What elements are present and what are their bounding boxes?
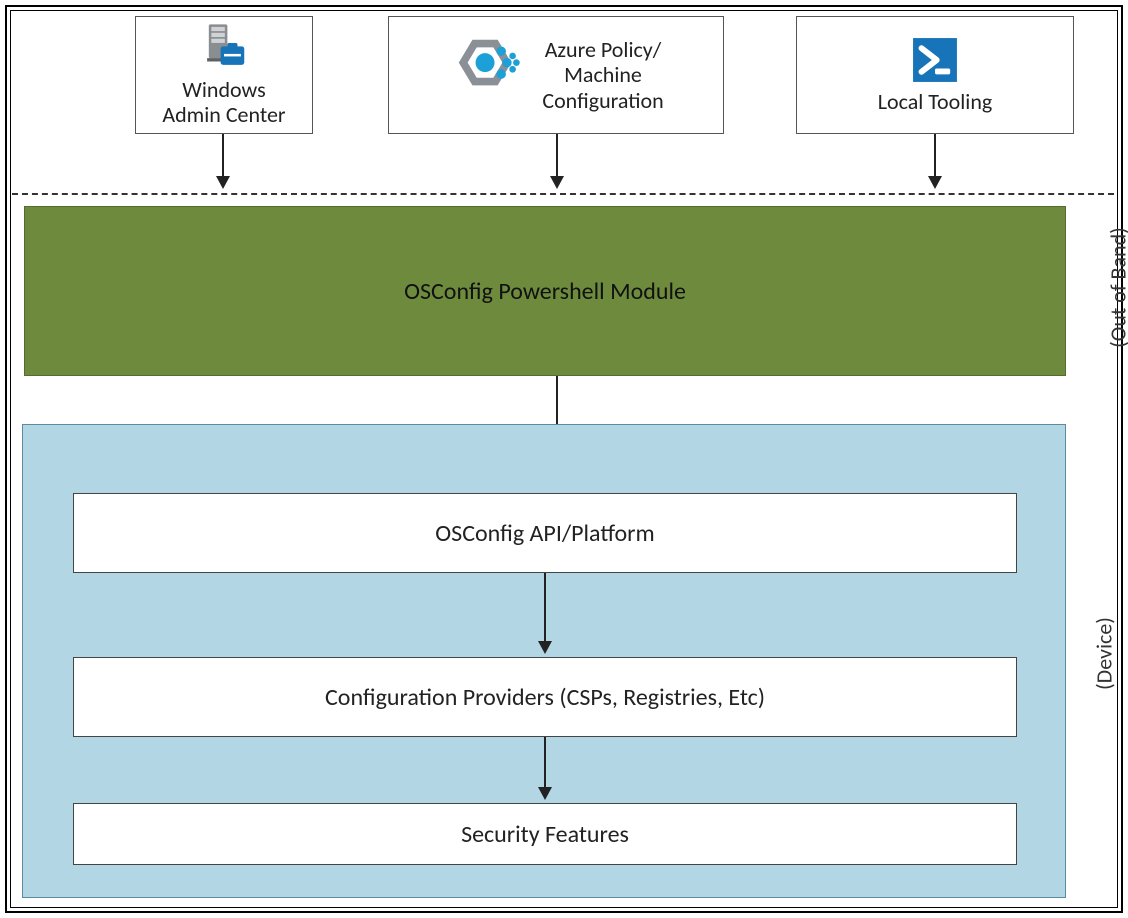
arrow-head-icon — [550, 176, 564, 189]
arrow — [934, 134, 936, 178]
tool-label: Azure Policy/ Machine Configuration — [542, 37, 663, 113]
hex-dots-icon — [448, 36, 524, 112]
tool-local-tooling: Local Tooling — [796, 16, 1074, 134]
server-briefcase-icon — [197, 21, 251, 75]
osconfig-module-box: OSConfig Powershell Module — [24, 206, 1066, 376]
arrow-head-icon — [538, 787, 552, 800]
tool-azure-policy: Azure Policy/ Machine Configuration — [388, 16, 724, 134]
tool-windows-admin-center: Windows Admin Center — [135, 16, 313, 134]
arrow-head-icon — [538, 641, 552, 654]
arrow — [222, 134, 224, 178]
arrow-head-icon — [928, 176, 942, 189]
tool-label: Windows Admin Center — [162, 77, 285, 128]
inner-label: Configuration Providers (CSPs, Registrie… — [325, 683, 765, 712]
tool-label: Local Tooling — [878, 89, 993, 114]
inner-label: Security Features — [461, 820, 629, 849]
boundary-dashed-line — [12, 193, 1114, 195]
inner-label: OSConfig API/Platform — [435, 519, 654, 548]
arrow — [544, 573, 546, 643]
device-container: OSConfig API/Platform Configuration Prov… — [22, 424, 1066, 898]
config-providers-box: Configuration Providers (CSPs, Registrie… — [73, 657, 1017, 737]
side-label-device: (Device) — [1091, 614, 1118, 694]
arrow — [556, 134, 558, 178]
security-features-box: Security Features — [73, 803, 1017, 865]
powershell-icon — [908, 33, 962, 87]
arrow-head-icon — [216, 176, 230, 189]
osconfig-api-box: OSConfig API/Platform — [73, 493, 1017, 573]
module-label: OSConfig Powershell Module — [404, 277, 686, 306]
arrow — [544, 737, 546, 789]
side-label-out-of-band: (Out of Band) — [1105, 218, 1128, 358]
